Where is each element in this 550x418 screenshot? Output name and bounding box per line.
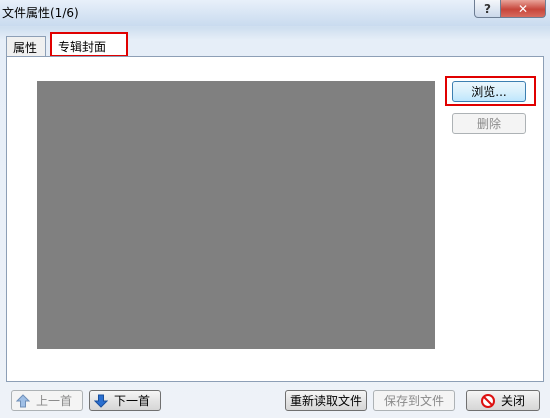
- tab-label: 属性: [13, 41, 38, 55]
- save-to-file-button[interactable]: 保存到文件: [373, 390, 455, 411]
- album-cover-image: [37, 81, 435, 349]
- window-title: 文件属性(1/6): [2, 6, 79, 20]
- album-cover-panel: [6, 56, 544, 382]
- window-close-button[interactable]: ✕: [500, 0, 546, 18]
- previous-label: 上一首: [36, 394, 73, 408]
- browse-button[interactable]: 浏览...: [452, 81, 526, 102]
- tab-bar: 属性 专辑封面: [6, 32, 544, 57]
- tab-label: 专辑封面: [58, 40, 107, 54]
- delete-button[interactable]: 删除: [452, 113, 526, 134]
- close-label: 关闭: [500, 394, 525, 408]
- reload-label: 重新读取文件: [289, 394, 362, 408]
- delete-label: 删除: [476, 117, 501, 131]
- arrow-down-icon: [94, 394, 108, 408]
- title-bar[interactable]: 文件属性(1/6) ? ✕: [0, 0, 550, 26]
- reload-file-button[interactable]: 重新读取文件: [285, 390, 367, 411]
- previous-track-button[interactable]: 上一首: [11, 390, 83, 411]
- help-button[interactable]: ?: [474, 0, 501, 18]
- file-properties-dialog: 文件属性(1/6) ? ✕ 属性 专辑封面 浏览... 删除 上一首 下一首 重…: [0, 0, 550, 418]
- tab-properties[interactable]: 属性: [6, 36, 46, 56]
- no-entry-icon: [480, 393, 495, 408]
- close-button[interactable]: 关闭: [466, 390, 540, 411]
- next-label: 下一首: [114, 394, 151, 408]
- help-icon: ?: [484, 1, 491, 16]
- save-label: 保存到文件: [383, 394, 444, 408]
- browse-label: 浏览...: [471, 85, 507, 99]
- next-track-button[interactable]: 下一首: [89, 390, 161, 411]
- arrow-up-icon: [16, 393, 30, 407]
- close-icon: ✕: [517, 1, 529, 16]
- tab-album-cover[interactable]: 专辑封面: [50, 32, 128, 57]
